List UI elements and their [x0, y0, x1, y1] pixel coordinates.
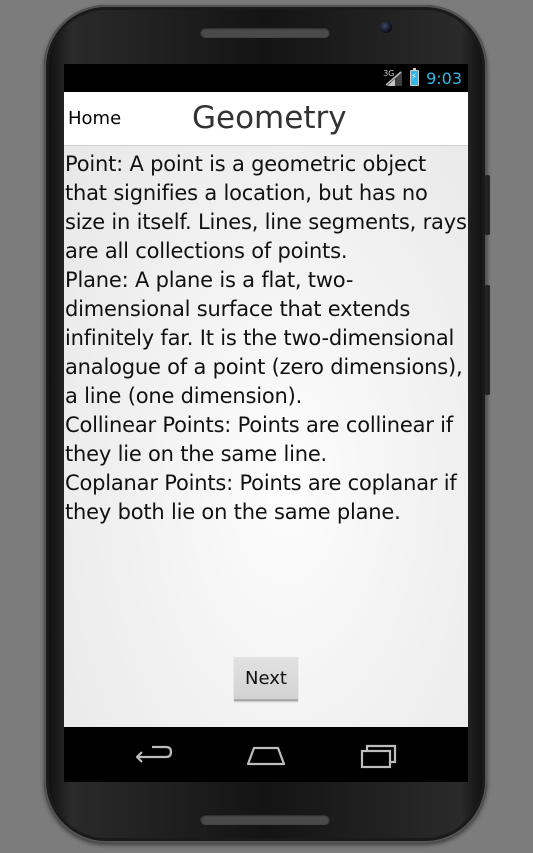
definitions-text: Point: A point is a geometric object tha…: [65, 150, 468, 527]
definition-plane: Plane: A plane is a flat, two-dimensiona…: [65, 268, 463, 408]
back-icon[interactable]: [132, 740, 176, 770]
recents-icon[interactable]: [356, 740, 400, 770]
definition-coplanar-points: Coplanar Points: Points are coplanar if …: [65, 471, 457, 524]
earpiece-speaker: [200, 27, 330, 38]
status-clock: 9:03: [426, 68, 462, 88]
app-content-area: Home Geometry Point: A point is a geomet…: [64, 92, 468, 727]
home-button[interactable]: Home: [68, 108, 121, 129]
signal-icon: 3G: [383, 69, 403, 87]
front-camera-icon: [380, 21, 392, 33]
action-bar: Home Geometry: [64, 92, 468, 146]
power-button: [485, 175, 490, 235]
definition-collinear-points: Collinear Points: Points are collinear i…: [65, 413, 453, 466]
status-icons: 3G 9:03: [383, 67, 462, 89]
home-icon[interactable]: [244, 740, 288, 770]
volume-rocker: [485, 285, 490, 395]
next-button[interactable]: Next: [234, 657, 298, 701]
navigation-bar: [64, 727, 468, 782]
battery-charging-icon: [410, 68, 420, 86]
page-title: Geometry: [192, 100, 347, 136]
network-type-label: 3G: [383, 69, 395, 78]
status-bar: 3G 9:03: [64, 64, 468, 92]
device-screen: 3G 9:03 Home Geometry Point: A point is …: [64, 64, 468, 782]
bottom-speaker: [200, 814, 330, 825]
definition-point: Point: A point is a geometric object tha…: [65, 152, 467, 263]
device-frame-background: 3G 9:03 Home Geometry Point: A point is …: [0, 0, 533, 853]
